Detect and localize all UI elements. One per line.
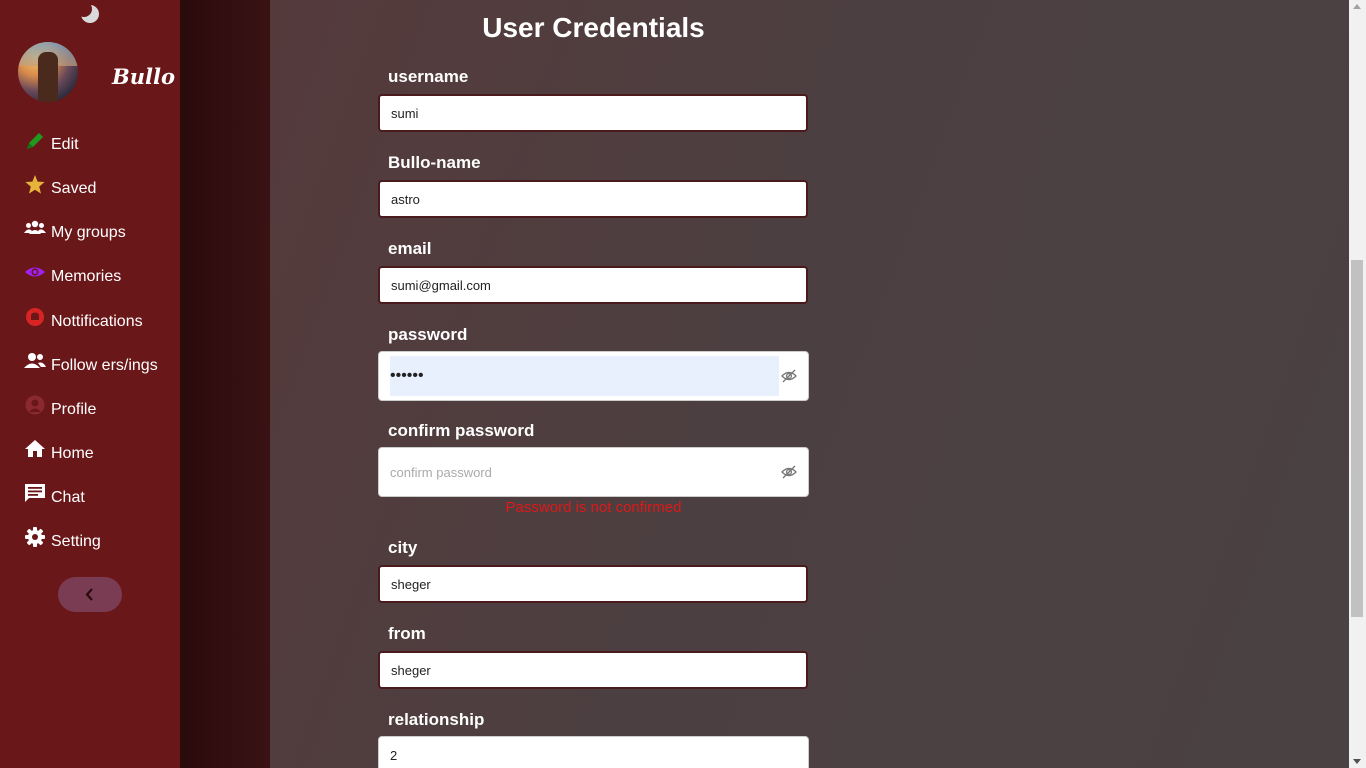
confirm-password-field-wrapper [378,447,809,497]
email-label: email [388,239,432,258]
from-field[interactable] [378,651,808,689]
brand-name: Bullo [112,64,175,89]
chevron-left-icon [85,588,93,601]
scroll-down-icon[interactable] [1353,759,1361,764]
moon-icon[interactable] [79,3,101,25]
pencil-icon [27,133,43,149]
eye-off-icon[interactable] [781,464,797,480]
relationship-label: relationship [388,710,485,729]
password-field-wrapper [378,351,809,401]
city-field[interactable] [378,565,808,603]
scrollbar-thumb[interactable] [1351,260,1363,617]
page-scrollbar[interactable] [1349,0,1366,768]
groups-icon [24,220,46,234]
sidebar-item-home[interactable]: Home [0,435,180,471]
password-error-message: Password is not confirmed [505,499,682,516]
sidebar-item-notifications[interactable]: Nottifications [0,303,180,339]
sidebar-item-my-groups[interactable]: My groups [0,214,180,250]
scroll-up-icon[interactable] [1353,4,1361,9]
email-field[interactable] [378,266,808,304]
sidebar-item-label: Setting [51,533,101,550]
sidebar-item-profile[interactable]: Profile [0,391,180,427]
eye-icon [25,267,45,277]
sidebar-item-memories[interactable]: Memories [0,258,180,294]
sidebar-item-saved[interactable]: Saved [0,170,180,206]
home-icon [25,440,45,457]
bullo-name-label: Bullo-name [388,153,481,172]
avatar[interactable] [18,42,78,102]
from-label: from [388,624,426,643]
star-icon [25,175,45,194]
sidebar-item-label: Follow ers/ings [51,357,158,374]
collapse-sidebar-button[interactable] [58,577,122,612]
password-label: password [388,325,468,344]
bell-icon [26,308,44,326]
person-icon [25,395,45,415]
sidebar-item-label: Chat [51,489,85,506]
sidebar-item-edit[interactable]: Edit [0,126,180,162]
sidebar-item-label: Nottifications [51,313,143,330]
sidebar-item-label: Edit [51,136,79,153]
sidebar-item-label: Memories [51,268,122,285]
sidebar-item-setting[interactable]: Setting [0,523,180,559]
eye-off-icon[interactable] [781,368,797,384]
sidebar-shadow [180,0,270,768]
sidebar-item-chat[interactable]: Chat [0,479,180,515]
sidebar-item-label: Profile [51,401,97,418]
sidebar-item-label: Saved [51,180,97,197]
sidebar: Bullo Edit Saved My groups Memories Nott… [0,0,180,768]
username-label: username [388,67,469,86]
main-content: User Credentials username Bullo-name ema… [270,0,1349,768]
confirm-password-field[interactable] [390,452,779,492]
sidebar-item-label: My groups [51,224,126,241]
confirm-password-label: confirm password [388,421,535,440]
password-field[interactable] [390,356,779,396]
sidebar-item-followers[interactable]: Follow ers/ings [0,347,180,383]
gear-icon [25,527,45,547]
relationship-field[interactable] [378,736,809,768]
username-field[interactable] [378,94,808,132]
bullo-name-field[interactable] [378,180,808,218]
people-icon [24,353,46,368]
city-label: city [388,538,418,557]
page-title: User Credentials [482,12,705,43]
sidebar-item-label: Home [51,445,94,462]
chat-icon [25,484,45,502]
